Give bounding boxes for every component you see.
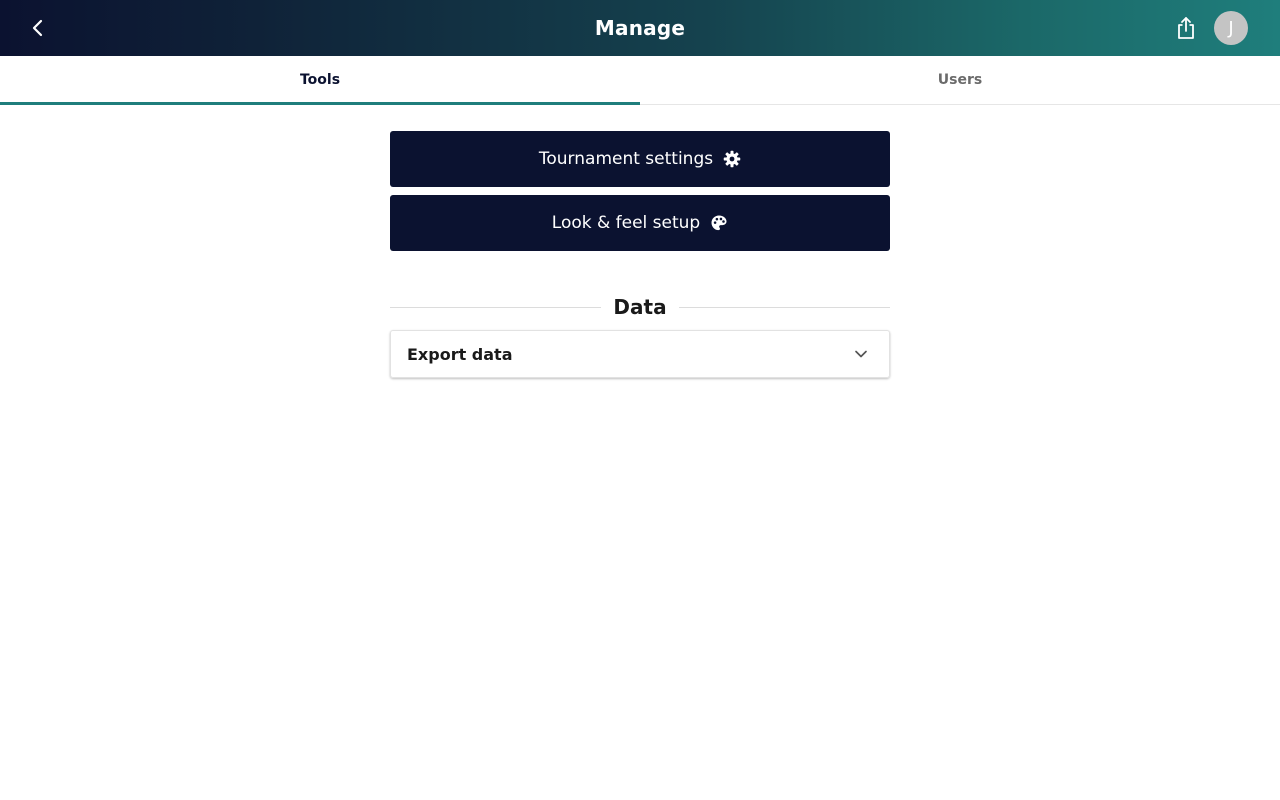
share-icon bbox=[1178, 17, 1194, 39]
tools-panel: Tournament settings Look & feel setup Da… bbox=[390, 131, 890, 378]
app-header: Manage J bbox=[0, 0, 1280, 56]
divider bbox=[678, 306, 890, 308]
button-label: Tournament settings bbox=[538, 149, 714, 169]
section-title: Data bbox=[613, 295, 667, 319]
look-and-feel-setup-button[interactable]: Look & feel setup bbox=[390, 195, 890, 251]
page-title: Manage bbox=[594, 16, 686, 40]
tournament-settings-button[interactable]: Tournament settings bbox=[390, 131, 890, 187]
button-label: Look & feel setup bbox=[551, 213, 701, 233]
palette-icon bbox=[710, 214, 728, 232]
gear-icon bbox=[723, 150, 741, 168]
tab-bar: Tools Users bbox=[0, 56, 1280, 105]
tab-tools[interactable]: Tools bbox=[0, 56, 640, 105]
avatar[interactable]: J bbox=[1214, 11, 1248, 45]
accordion-title: Export data bbox=[407, 344, 513, 364]
share-button[interactable] bbox=[1172, 12, 1200, 44]
divider bbox=[390, 306, 602, 308]
tab-users[interactable]: Users bbox=[640, 56, 1280, 104]
data-section-header: Data bbox=[390, 287, 890, 327]
export-data-accordion[interactable]: Export data bbox=[390, 330, 890, 378]
chevron-down-icon bbox=[849, 342, 873, 366]
